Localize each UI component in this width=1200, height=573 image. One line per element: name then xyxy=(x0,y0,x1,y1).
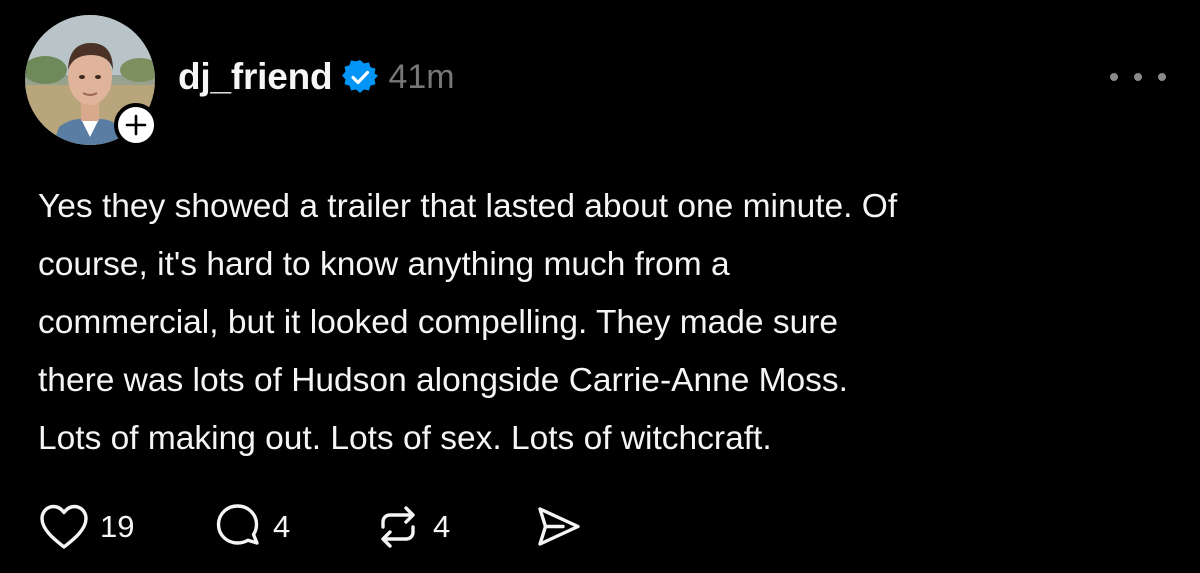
like-button[interactable]: 19 xyxy=(38,502,213,552)
reply-count: 4 xyxy=(273,509,291,544)
comment-bubble-icon xyxy=(216,504,259,545)
author-username[interactable]: dj_friend xyxy=(178,56,333,98)
like-count: 19 xyxy=(100,509,135,544)
plus-icon xyxy=(125,114,147,136)
more-options-dot xyxy=(1158,73,1166,81)
reply-button[interactable]: 4 xyxy=(213,502,373,552)
heart-icon xyxy=(40,504,88,549)
more-options-button[interactable] xyxy=(1110,62,1166,92)
follow-button[interactable] xyxy=(114,103,158,147)
more-options-icon xyxy=(1110,73,1118,81)
author-avatar-container[interactable] xyxy=(25,15,158,147)
share-button[interactable] xyxy=(533,502,583,552)
repost-button[interactable]: 4 xyxy=(373,502,533,552)
post-timestamp[interactable]: 41m xyxy=(388,58,454,97)
repost-count: 4 xyxy=(433,509,451,544)
post-body-text: Yes they showed a trailer that lasted ab… xyxy=(38,188,898,457)
action-bar: 19 4 4 xyxy=(38,502,583,552)
verified-badge-icon xyxy=(342,59,379,95)
repost-icon xyxy=(381,506,415,548)
more-options-dot xyxy=(1134,73,1142,81)
send-icon xyxy=(538,507,580,546)
post-header: dj_friend 41m xyxy=(178,52,455,102)
thread-post: dj_friend 41m Yes they showed a trailer … xyxy=(0,0,1200,573)
